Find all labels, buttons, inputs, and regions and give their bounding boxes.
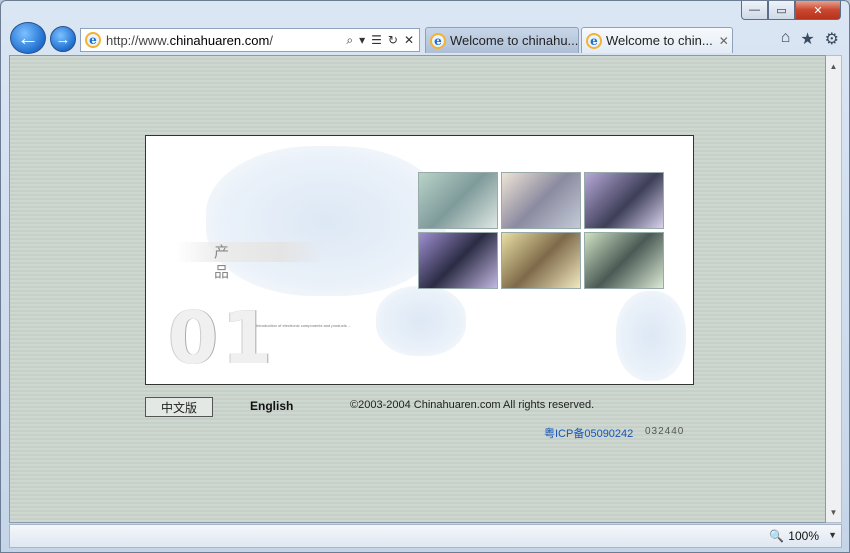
tab-1[interactable]: e Welcome to chinahu... xyxy=(425,27,579,53)
close-tab-icon[interactable]: ✕ xyxy=(719,34,729,48)
banner-label: 产 品 xyxy=(176,242,326,281)
zoom-icon: 🔍 xyxy=(769,529,785,543)
refresh-icon[interactable]: ↻ xyxy=(388,33,398,48)
ie-tab-icon: e xyxy=(430,32,446,49)
window-controls: — ▭ ✕ xyxy=(741,1,841,21)
world-map-australia xyxy=(376,286,466,356)
home-icon[interactable]: ⌂ xyxy=(781,29,791,49)
world-map-south-america xyxy=(616,291,686,381)
command-icons: ⌂ ★ ⚙ xyxy=(781,29,839,49)
banner-caption: Introduction of electronic components an… xyxy=(256,323,352,328)
scroll-down-icon[interactable]: ▼ xyxy=(826,504,841,520)
chinese-version-button[interactable]: 中文版 xyxy=(145,397,213,417)
search-dropdown-icon[interactable]: ▾ xyxy=(359,33,365,48)
favorites-icon[interactable]: ★ xyxy=(800,29,814,49)
maximize-button[interactable]: ▭ xyxy=(768,1,795,20)
banner-number: 01 xyxy=(168,296,277,380)
product-photo-grid xyxy=(418,172,664,289)
visit-counter: 032440 xyxy=(645,426,685,437)
zoom-control[interactable]: 🔍 100% xyxy=(769,529,819,543)
scroll-up-icon[interactable]: ▲ xyxy=(826,58,841,74)
close-window-button[interactable]: ✕ xyxy=(795,1,841,20)
product-photo xyxy=(584,172,664,229)
ie-page-icon: e xyxy=(85,32,101,48)
vertical-scrollbar[interactable]: ▲ ▼ xyxy=(826,55,842,523)
forward-button[interactable]: → xyxy=(50,26,76,52)
ie-tab-icon: e xyxy=(586,32,602,49)
zoom-dropdown-icon[interactable]: ▼ xyxy=(828,530,837,540)
product-photo xyxy=(501,232,581,289)
address-url[interactable]: http://www.chinahuaren.com/ xyxy=(106,33,346,48)
english-version-link[interactable]: English xyxy=(250,399,293,413)
back-button[interactable]: ← xyxy=(10,22,46,54)
tab-title: Welcome to chinahu... xyxy=(450,33,579,48)
navigation-toolbar: ← → e http://www.chinahuaren.com/ ⌕ ▾ ☰ … xyxy=(1,21,850,55)
search-icon[interactable]: ⌕ xyxy=(346,33,353,48)
minimize-button[interactable]: — xyxy=(741,1,768,20)
product-photo xyxy=(418,172,498,229)
product-photo xyxy=(418,232,498,289)
address-bar[interactable]: e http://www.chinahuaren.com/ ⌕ ▾ ☰ ↻ ✕ xyxy=(80,28,420,52)
copyright-text: ©2003-2004 Chinahuaren.com All rights re… xyxy=(350,399,595,411)
page-viewport: 产 品 01 Introduction of electronic compon… xyxy=(9,55,826,523)
compatibility-view-icon[interactable]: ☰ xyxy=(371,33,382,48)
intro-banner[interactable]: 产 品 01 Introduction of electronic compon… xyxy=(145,135,694,385)
stop-icon[interactable]: ✕ xyxy=(404,33,414,48)
gear-icon[interactable]: ⚙ xyxy=(825,29,839,49)
browser-window: — ▭ ✕ ← → e http://www.chinahuaren.com/ … xyxy=(0,0,850,553)
icp-license-link[interactable]: 粤ICP备05090242 xyxy=(544,425,633,441)
product-photo xyxy=(501,172,581,229)
tab-title: Welcome to chin... xyxy=(606,33,713,48)
product-photo xyxy=(584,232,664,289)
zoom-level: 100% xyxy=(788,529,819,543)
tab-2[interactable]: e Welcome to chin... ✕ xyxy=(581,27,733,53)
address-tools: ⌕ ▾ ☰ ↻ ✕ xyxy=(346,33,414,48)
status-bar: 🔍 100% ▼ xyxy=(9,524,842,548)
